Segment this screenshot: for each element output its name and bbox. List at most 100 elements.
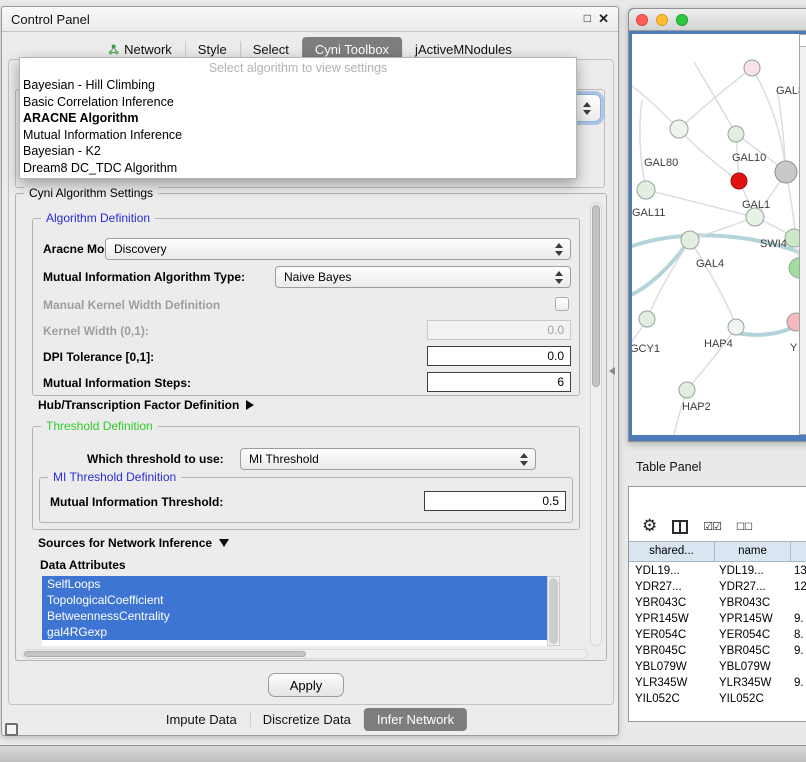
table-cell: 9. <box>791 643 806 659</box>
table-cell: YBL079W <box>715 659 791 675</box>
combo-arrows-icon <box>583 102 591 115</box>
table-header-row: shared...name <box>629 541 806 562</box>
algorithm-option-bayesian-k2[interactable]: Bayesian - K2 <box>20 143 576 160</box>
table-cell: 9. <box>791 675 806 691</box>
mi-type-select[interactable]: Naive Bayes <box>275 266 571 288</box>
table-row[interactable]: YBR045CYBR045C9. <box>629 643 806 659</box>
network-node[interactable] <box>728 319 744 335</box>
node-label-gal8: GAL8 <box>776 85 799 97</box>
table-row[interactable]: YDR27...YDR27...12 <box>629 579 806 595</box>
float-window-icon[interactable]: □ <box>584 11 591 25</box>
hub-definition-toggle[interactable]: Hub/Transcription Factor Definition <box>38 398 254 412</box>
scrollbar-button[interactable] <box>800 35 806 47</box>
table-row[interactable]: YPR145WYPR145W9. <box>629 611 806 627</box>
columns-icon[interactable] <box>672 520 688 534</box>
threshold-definition-group: Threshold Definition Which threshold to … <box>32 426 580 530</box>
table-row[interactable]: YDL19...YDL19...13 <box>629 563 806 579</box>
table-cell: YER054C <box>629 627 715 643</box>
cyni-bottom-tab-bar: Impute DataDiscretize DataInfer Network <box>153 708 467 731</box>
algorithm-option-basic-correlation-inference[interactable]: Basic Correlation Inference <box>20 94 576 111</box>
node-label-gal11: GAL11 <box>632 207 665 219</box>
minimized-panel-icon[interactable] <box>5 723 18 736</box>
tab-discretize-data[interactable]: Discretize Data <box>250 708 364 731</box>
minimize-traffic-button[interactable] <box>656 14 668 26</box>
table-cell <box>791 691 806 707</box>
network-node[interactable] <box>789 258 799 278</box>
network-node[interactable] <box>731 173 747 189</box>
network-node[interactable] <box>637 181 655 199</box>
settings-vertical-scrollbar[interactable] <box>590 202 602 646</box>
node-label-y: Y <box>790 342 798 354</box>
status-bar <box>0 745 806 762</box>
scrollbar-thumb[interactable] <box>592 205 600 387</box>
apply-button[interactable]: Apply <box>268 673 344 697</box>
network-node[interactable] <box>639 311 655 327</box>
close-traffic-button[interactable] <box>636 14 648 26</box>
dpi-tolerance-label: DPI Tolerance [0,1]: <box>43 350 154 364</box>
which-threshold-select[interactable]: MI Threshold <box>240 448 536 470</box>
table-row[interactable]: YLR345WYLR345W9. <box>629 675 806 691</box>
network-node[interactable] <box>744 60 760 76</box>
mi-threshold-label: Mutual Information Threshold: <box>50 495 223 509</box>
panel-splitter-arrow-icon[interactable] <box>609 367 615 375</box>
table-cell: YIL052C <box>629 691 715 707</box>
data-attribute-option-gal4rgexp[interactable]: gal4RGexp <box>42 624 547 640</box>
tab-impute-data[interactable]: Impute Data <box>153 708 250 731</box>
dpi-tolerance-input[interactable]: 0.0 <box>427 346 571 366</box>
table-panel-window: ⚙ ☑☑ ☐☐ shared...name YDL19...YDL19...13… <box>628 486 806 722</box>
algorithm-option-dream8-dc-tdc-algorithm[interactable]: Dream8 DC_TDC Algorithm <box>20 160 576 177</box>
mi-steps-label: Mutual Information Steps: <box>43 376 191 390</box>
table-cell: YBR043C <box>629 595 715 611</box>
data-attribute-option-selfloops[interactable]: SelfLoops <box>42 576 547 592</box>
gear-icon[interactable]: ⚙ <box>642 517 657 534</box>
table-row[interactable]: YIL052CYIL052C <box>629 691 806 707</box>
algorithm-option-aracne-algorithm[interactable]: ARACNE Algorithm <box>20 110 576 127</box>
table-row[interactable]: YER054CYER054C8. <box>629 627 806 643</box>
node-label-gal10: GAL10 <box>732 152 766 164</box>
algorithm-dropdown-list: Select algorithm to view settings Bayesi… <box>19 57 577 179</box>
attributes-list-scrollbar[interactable] <box>547 576 560 646</box>
mi-threshold-input[interactable]: 0.5 <box>424 491 566 511</box>
network-canvas[interactable]: GAL80GAL10GAL11GAL1GAL4SWI4GAL8GCY1HAP4H… <box>632 34 799 435</box>
network-node[interactable] <box>785 229 799 247</box>
combo-arrows-icon <box>555 271 563 284</box>
zoom-traffic-button[interactable] <box>676 14 688 26</box>
column-header-1[interactable]: shared... <box>629 542 715 561</box>
data-attributes-list[interactable]: SelfLoopsTopologicalCoefficientBetweenne… <box>42 576 547 646</box>
mi-steps-input[interactable]: 6 <box>427 372 571 392</box>
network-node[interactable] <box>679 382 695 398</box>
which-threshold-value: MI Threshold <box>249 452 319 466</box>
deselect-all-checkboxes-icon[interactable]: ☐☐ <box>736 521 752 534</box>
network-node[interactable] <box>728 126 744 142</box>
column-header-2[interactable]: name <box>715 542 791 561</box>
algorithm-definition-group: Algorithm Definition Aracne Mode: Discov… <box>32 218 580 396</box>
data-attribute-option-betweennesscentrality[interactable]: BetweennessCentrality <box>42 608 547 624</box>
network-graph[interactable]: GAL80GAL10GAL11GAL1GAL4SWI4GAL8GCY1HAP4H… <box>632 34 799 435</box>
kernel-width-input[interactable]: 0.0 <box>427 320 571 340</box>
settings-horizontal-scrollbar[interactable] <box>22 649 588 659</box>
tab-label: jActiveMNodules <box>415 42 512 57</box>
column-header-3[interactable] <box>791 542 806 561</box>
algorithm-dropdown-placeholder: Select algorithm to view settings <box>20 60 576 77</box>
table-panel-toolbar: ⚙ ☑☑ ☐☐ <box>629 487 806 541</box>
algorithm-option-bayesian-hill-climbing[interactable]: Bayesian - Hill Climbing <box>20 77 576 94</box>
network-node[interactable] <box>670 120 688 138</box>
select-all-checkboxes-icon[interactable]: ☑☑ <box>703 520 721 534</box>
close-window-icon[interactable]: ✕ <box>598 11 609 27</box>
network-vertical-scrollbar[interactable] <box>799 34 806 435</box>
sources-toggle[interactable]: Sources for Network Inference <box>38 536 229 550</box>
table-row[interactable]: YBR043CYBR043C <box>629 595 806 611</box>
data-attribute-option-topologicalcoefficient[interactable]: TopologicalCoefficient <box>42 592 547 608</box>
scrollbar-thumb[interactable] <box>549 578 558 644</box>
table-cell: 8. <box>791 627 806 643</box>
manual-kernel-checkbox[interactable] <box>555 297 569 311</box>
network-node[interactable] <box>681 231 699 249</box>
tab-infer-network[interactable]: Infer Network <box>364 708 467 731</box>
table-row[interactable]: YBL079WYBL079W <box>629 659 806 675</box>
table-cell: YER054C <box>715 627 791 643</box>
algorithm-option-mutual-information-inference[interactable]: Mutual Information Inference <box>20 127 576 144</box>
network-node[interactable] <box>775 161 797 183</box>
aracne-mode-select[interactable]: Discovery <box>105 238 571 260</box>
scrollbar-thumb[interactable] <box>24 651 306 657</box>
aracne-mode-value: Discovery <box>114 242 167 256</box>
